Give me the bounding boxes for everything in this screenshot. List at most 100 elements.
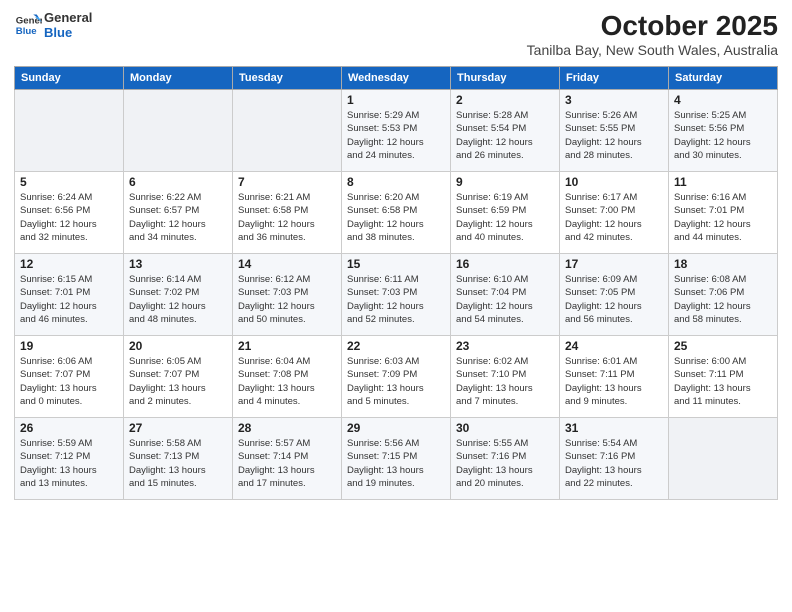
title-block: October 2025 Tanilba Bay, New South Wale… <box>527 10 778 58</box>
day-number: 12 <box>20 257 118 271</box>
logo: General Blue General Blue <box>14 10 92 40</box>
calendar-cell-0-0 <box>15 90 124 172</box>
day-info: Sunrise: 6:14 AM Sunset: 7:02 PM Dayligh… <box>129 273 227 326</box>
calendar-cell-3-5: 24 Sunrise: 6:01 AM Sunset: 7:11 PM Dayli… <box>560 336 669 418</box>
day-number: 27 <box>129 421 227 435</box>
day-info: Sunrise: 6:19 AM Sunset: 6:59 PM Dayligh… <box>456 191 554 244</box>
day-info: Sunrise: 6:10 AM Sunset: 7:04 PM Dayligh… <box>456 273 554 326</box>
calendar-cell-3-4: 23 Sunrise: 6:02 AM Sunset: 7:10 PM Dayli… <box>451 336 560 418</box>
calendar-cell-1-3: 8 Sunrise: 6:20 AM Sunset: 6:58 PM Daylig… <box>342 172 451 254</box>
calendar-cell-0-6: 4Sunrise: 5:25 AM Sunset: 5:56 PM Daylig… <box>669 90 778 172</box>
day-number: 19 <box>20 339 118 353</box>
day-info: Sunrise: 5:57 AM Sunset: 7:14 PM Dayligh… <box>238 437 336 490</box>
day-info: Sunrise: 6:12 AM Sunset: 7:03 PM Dayligh… <box>238 273 336 326</box>
svg-text:Blue: Blue <box>16 26 37 37</box>
calendar-cell-0-3: 1Sunrise: 5:29 AM Sunset: 5:53 PM Daylig… <box>342 90 451 172</box>
weekday-header-monday: Monday <box>124 67 233 90</box>
day-number: 20 <box>129 339 227 353</box>
calendar-cell-3-0: 19 Sunrise: 6:06 AM Sunset: 7:07 PM Dayli… <box>15 336 124 418</box>
day-number: 5 <box>20 175 118 189</box>
calendar-cell-3-1: 20Sunrise: 6:05 AM Sunset: 7:07 PM Dayli… <box>124 336 233 418</box>
day-info: Sunrise: 5:54 AM Sunset: 7:16 PM Dayligh… <box>565 437 663 490</box>
day-number: 11 <box>674 175 772 189</box>
day-number: 28 <box>238 421 336 435</box>
calendar-cell-4-0: 26 Sunrise: 5:59 AM Sunset: 7:12 PM Dayli… <box>15 418 124 500</box>
day-info: Sunrise: 6:21 AM Sunset: 6:58 PM Dayligh… <box>238 191 336 244</box>
day-number: 17 <box>565 257 663 271</box>
day-info: Sunrise: 6:16 AM Sunset: 7:01 PM Dayligh… <box>674 191 772 244</box>
day-number: 14 <box>238 257 336 271</box>
day-number: 22 <box>347 339 445 353</box>
day-number: 26 <box>20 421 118 435</box>
calendar-cell-2-3: 15 Sunrise: 6:11 AM Sunset: 7:03 PM Dayli… <box>342 254 451 336</box>
weekday-header-tuesday: Tuesday <box>233 67 342 90</box>
day-number: 1 <box>347 93 445 107</box>
calendar-cell-4-4: 30 Sunrise: 5:55 AM Sunset: 7:16 PM Dayli… <box>451 418 560 500</box>
day-info: Sunrise: 6:00 AM Sunset: 7:11 PM Dayligh… <box>674 355 772 408</box>
day-number: 10 <box>565 175 663 189</box>
calendar-cell-3-3: 22Sunrise: 6:03 AM Sunset: 7:09 PM Dayli… <box>342 336 451 418</box>
day-number: 15 <box>347 257 445 271</box>
day-info: Sunrise: 6:11 AM Sunset: 7:03 PM Dayligh… <box>347 273 445 326</box>
calendar-cell-0-4: 2 Sunrise: 5:28 AM Sunset: 5:54 PM Daylig… <box>451 90 560 172</box>
day-number: 23 <box>456 339 554 353</box>
day-info: Sunrise: 5:28 AM Sunset: 5:54 PM Dayligh… <box>456 109 554 162</box>
day-number: 30 <box>456 421 554 435</box>
day-info: Sunrise: 6:01 AM Sunset: 7:11 PM Dayligh… <box>565 355 663 408</box>
calendar-cell-1-4: 9 Sunrise: 6:19 AM Sunset: 6:59 PM Daylig… <box>451 172 560 254</box>
calendar-cell-4-3: 29 Sunrise: 5:56 AM Sunset: 7:15 PM Dayli… <box>342 418 451 500</box>
day-info: Sunrise: 6:15 AM Sunset: 7:01 PM Dayligh… <box>20 273 118 326</box>
calendar-cell-1-6: 11 Sunrise: 6:16 AM Sunset: 7:01 PM Dayli… <box>669 172 778 254</box>
day-info: Sunrise: 6:20 AM Sunset: 6:58 PM Dayligh… <box>347 191 445 244</box>
weekday-header-thursday: Thursday <box>451 67 560 90</box>
month-title: October 2025 <box>527 10 778 42</box>
day-info: Sunrise: 6:17 AM Sunset: 7:00 PM Dayligh… <box>565 191 663 244</box>
weekday-header-saturday: Saturday <box>669 67 778 90</box>
day-info: Sunrise: 6:04 AM Sunset: 7:08 PM Dayligh… <box>238 355 336 408</box>
weekday-header-sunday: Sunday <box>15 67 124 90</box>
weekday-header-wednesday: Wednesday <box>342 67 451 90</box>
day-number: 9 <box>456 175 554 189</box>
day-info: Sunrise: 5:26 AM Sunset: 5:55 PM Dayligh… <box>565 109 663 162</box>
calendar-cell-4-2: 28 Sunrise: 5:57 AM Sunset: 7:14 PM Dayli… <box>233 418 342 500</box>
day-info: Sunrise: 5:59 AM Sunset: 7:12 PM Dayligh… <box>20 437 118 490</box>
calendar-cell-4-1: 27 Sunrise: 5:58 AM Sunset: 7:13 PM Dayli… <box>124 418 233 500</box>
calendar: SundayMondayTuesdayWednesdayThursdayFrid… <box>14 66 778 500</box>
calendar-cell-0-2 <box>233 90 342 172</box>
calendar-cell-0-1 <box>124 90 233 172</box>
calendar-cell-2-1: 13 Sunrise: 6:14 AM Sunset: 7:02 PM Dayli… <box>124 254 233 336</box>
location-title: Tanilba Bay, New South Wales, Australia <box>527 42 778 58</box>
day-info: Sunrise: 6:02 AM Sunset: 7:10 PM Dayligh… <box>456 355 554 408</box>
day-info: Sunrise: 5:25 AM Sunset: 5:56 PM Dayligh… <box>674 109 772 162</box>
calendar-cell-1-5: 10 Sunrise: 6:17 AM Sunset: 7:00 PM Dayli… <box>560 172 669 254</box>
day-number: 29 <box>347 421 445 435</box>
day-number: 2 <box>456 93 554 107</box>
calendar-cell-0-5: 3 Sunrise: 5:26 AM Sunset: 5:55 PM Daylig… <box>560 90 669 172</box>
logo-line2: Blue <box>44 25 92 40</box>
logo-line1: General <box>44 10 92 25</box>
day-info: Sunrise: 6:08 AM Sunset: 7:06 PM Dayligh… <box>674 273 772 326</box>
calendar-cell-1-1: 6 Sunrise: 6:22 AM Sunset: 6:57 PM Daylig… <box>124 172 233 254</box>
day-info: Sunrise: 6:06 AM Sunset: 7:07 PM Dayligh… <box>20 355 118 408</box>
calendar-cell-4-6 <box>669 418 778 500</box>
day-number: 6 <box>129 175 227 189</box>
day-number: 24 <box>565 339 663 353</box>
weekday-header-friday: Friday <box>560 67 669 90</box>
calendar-cell-3-2: 21Sunrise: 6:04 AM Sunset: 7:08 PM Dayli… <box>233 336 342 418</box>
day-number: 31 <box>565 421 663 435</box>
day-info: Sunrise: 6:24 AM Sunset: 6:56 PM Dayligh… <box>20 191 118 244</box>
day-number: 3 <box>565 93 663 107</box>
calendar-cell-3-6: 25 Sunrise: 6:00 AM Sunset: 7:11 PM Dayli… <box>669 336 778 418</box>
calendar-cell-2-6: 18Sunrise: 6:08 AM Sunset: 7:06 PM Dayli… <box>669 254 778 336</box>
day-info: Sunrise: 5:55 AM Sunset: 7:16 PM Dayligh… <box>456 437 554 490</box>
day-number: 8 <box>347 175 445 189</box>
day-number: 16 <box>456 257 554 271</box>
day-info: Sunrise: 6:09 AM Sunset: 7:05 PM Dayligh… <box>565 273 663 326</box>
calendar-cell-2-4: 16 Sunrise: 6:10 AM Sunset: 7:04 PM Dayli… <box>451 254 560 336</box>
day-number: 7 <box>238 175 336 189</box>
day-info: Sunrise: 5:58 AM Sunset: 7:13 PM Dayligh… <box>129 437 227 490</box>
day-info: Sunrise: 5:56 AM Sunset: 7:15 PM Dayligh… <box>347 437 445 490</box>
day-number: 13 <box>129 257 227 271</box>
day-number: 25 <box>674 339 772 353</box>
day-info: Sunrise: 6:22 AM Sunset: 6:57 PM Dayligh… <box>129 191 227 244</box>
